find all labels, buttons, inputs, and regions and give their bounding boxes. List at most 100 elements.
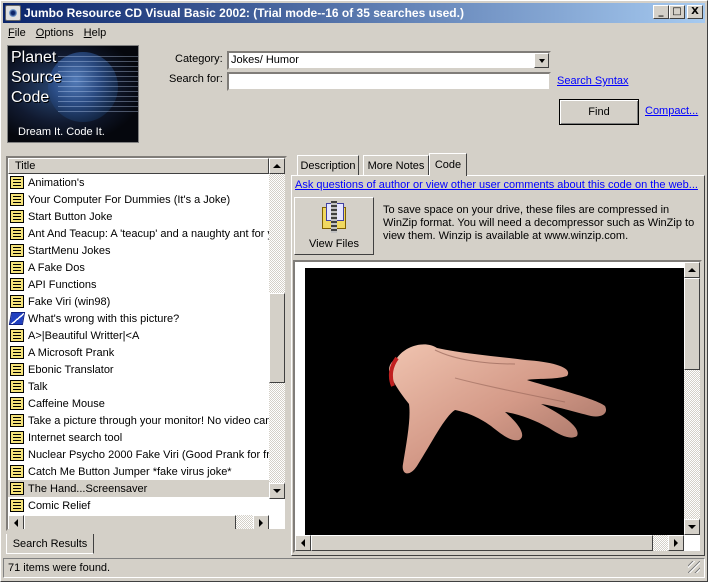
compact-link[interactable]: Compact... xyxy=(645,105,698,117)
title-bar: Jumbo Resource CD Visual Basic 2002: (Tr… xyxy=(3,3,705,23)
list-item-title: API Functions xyxy=(28,278,97,291)
search-input[interactable] xyxy=(227,72,551,91)
file-icon xyxy=(10,482,24,495)
list-item[interactable]: StartMenu Jokes xyxy=(8,242,269,259)
list-item[interactable]: Ant And Teacup: A 'teacup' and a naughty… xyxy=(8,225,269,242)
preview-scroll-down-icon[interactable] xyxy=(684,519,700,535)
list-item[interactable]: Fake Viri (win98) xyxy=(8,293,269,310)
list-item[interactable]: A>|Beautiful Writter|<A xyxy=(8,327,269,344)
list-item[interactable]: Start Button Joke xyxy=(8,208,269,225)
list-item[interactable]: Your Computer For Dummies (It's a Joke) xyxy=(8,191,269,208)
search-for-label: Search for: xyxy=(169,73,223,85)
preview-scroll-up-icon[interactable] xyxy=(684,262,700,278)
list-item[interactable]: API Functions xyxy=(8,276,269,293)
results-list[interactable]: Title Animation's Your Computer For Dummi… xyxy=(6,156,287,531)
title-column-header[interactable]: Title xyxy=(8,158,269,174)
file-icon xyxy=(10,346,24,359)
file-icon xyxy=(10,499,24,512)
list-item[interactable]: Internet search tool xyxy=(8,429,269,446)
scroll-right-arrow-icon[interactable] xyxy=(253,515,269,529)
list-item-title: Comic Relief xyxy=(28,499,91,512)
hand-screensaver-image xyxy=(305,268,685,535)
category-select[interactable]: Jokes/ Humor xyxy=(227,51,551,70)
minimize-button[interactable]: _ xyxy=(653,5,669,19)
app-window: Jumbo Resource CD Visual Basic 2002: (Tr… xyxy=(0,0,708,582)
file-icon xyxy=(10,329,24,342)
preview-horizontal-scrollbar[interactable] xyxy=(295,535,684,551)
list-item[interactable]: Talk xyxy=(8,378,269,395)
window-title: Jumbo Resource CD Visual Basic 2002: (Tr… xyxy=(24,6,464,20)
list-item-title: Ant And Teacup: A 'teacup' and a naughty… xyxy=(28,227,269,240)
close-button[interactable]: X xyxy=(687,5,703,19)
app-icon[interactable] xyxy=(5,5,21,21)
list-item-title: Ebonic Translator xyxy=(28,363,114,376)
horizontal-scroll-thumb[interactable] xyxy=(24,515,236,529)
list-item-title: What's wrong with this picture? xyxy=(28,312,180,325)
list-item[interactable]: Animation's xyxy=(8,174,269,191)
resize-grip-icon[interactable] xyxy=(688,561,700,573)
list-item[interactable]: Take a picture through your monitor! No … xyxy=(8,412,269,429)
ask-questions-link[interactable]: Ask questions of author or view other us… xyxy=(295,179,698,191)
status-bar: 71 items were found. xyxy=(3,558,705,578)
list-item[interactable]: The Hand...Screensaver xyxy=(8,480,269,497)
list-item-title: Start Button Joke xyxy=(28,210,113,223)
list-item-title: Talk xyxy=(28,380,48,393)
file-icon xyxy=(10,363,24,376)
list-item-title: A Microsoft Prank xyxy=(28,346,115,359)
view-files-label: View Files xyxy=(309,238,359,250)
list-item-title: Caffeine Mouse xyxy=(28,397,105,410)
list-item[interactable]: A Microsoft Prank xyxy=(8,344,269,361)
preview-scroll-right-icon[interactable] xyxy=(668,535,684,551)
tab-search-results[interactable]: Search Results xyxy=(6,534,94,554)
file-icon xyxy=(10,431,24,444)
results-horizontal-scrollbar[interactable] xyxy=(8,515,269,529)
scroll-up-arrow-icon[interactable] xyxy=(269,158,285,174)
list-item-title: The Hand...Screensaver xyxy=(28,482,148,495)
scroll-thumb[interactable] xyxy=(269,293,285,383)
menu-options[interactable]: Options xyxy=(31,24,79,42)
view-files-button[interactable]: View Files xyxy=(294,197,374,255)
list-item-title: Fake Viri (win98) xyxy=(28,295,111,308)
scroll-left-arrow-icon[interactable] xyxy=(8,515,24,529)
hand-icon xyxy=(388,344,607,474)
preview-scroll-left-icon[interactable] xyxy=(295,535,311,551)
logo-title: Planet Source Code xyxy=(11,49,62,106)
list-item-title: Your Computer For Dummies (It's a Joke) xyxy=(28,193,231,206)
list-item-title: StartMenu Jokes xyxy=(28,244,111,257)
tab-more-notes[interactable]: More Notes xyxy=(363,155,429,175)
file-icon xyxy=(10,448,24,461)
book-icon xyxy=(8,312,26,325)
category-label: Category: xyxy=(175,53,223,65)
find-button[interactable]: Find xyxy=(559,99,639,125)
search-syntax-link[interactable]: Search Syntax xyxy=(557,75,629,87)
list-item-title: A Fake Dos xyxy=(28,261,85,274)
list-item-title: Nuclear Psycho 2000 Fake Viri (Good Pran… xyxy=(28,448,269,461)
list-item[interactable]: Ebonic Translator xyxy=(8,361,269,378)
tab-description[interactable]: Description xyxy=(297,155,359,175)
file-icon xyxy=(10,227,24,240)
list-item[interactable]: Catch Me Button Jumper *fake virus joke* xyxy=(8,463,269,480)
list-item[interactable]: A Fake Dos xyxy=(8,259,269,276)
list-item-title: Take a picture through your monitor! No … xyxy=(28,414,269,427)
list-item[interactable]: What's wrong with this picture? xyxy=(8,310,269,327)
menu-help[interactable]: Help xyxy=(79,24,112,42)
scroll-down-arrow-icon[interactable] xyxy=(269,483,285,499)
category-value: Jokes/ Humor xyxy=(231,54,299,66)
file-icon xyxy=(10,465,24,478)
maximize-button[interactable]: □ xyxy=(669,5,685,19)
winzip-icon xyxy=(319,201,349,235)
preview-horizontal-thumb[interactable] xyxy=(311,535,653,551)
menu-file[interactable]: File xyxy=(3,24,31,42)
list-item-title: Catch Me Button Jumper *fake virus joke* xyxy=(28,465,232,478)
list-item[interactable]: Comic Relief xyxy=(8,497,269,514)
preview-vertical-scrollbar[interactable] xyxy=(684,262,700,535)
list-item-title: Animation's xyxy=(28,176,85,189)
tab-code[interactable]: Code xyxy=(429,153,467,176)
chevron-down-icon[interactable] xyxy=(534,53,549,68)
list-item[interactable]: Nuclear Psycho 2000 Fake Viri (Good Pran… xyxy=(8,446,269,463)
results-vertical-scrollbar[interactable] xyxy=(269,158,285,499)
menu-bar: File Options Help xyxy=(3,24,111,42)
list-item[interactable]: Caffeine Mouse xyxy=(8,395,269,412)
preview-scroll-thumb[interactable] xyxy=(684,278,700,370)
file-icon xyxy=(10,414,24,427)
